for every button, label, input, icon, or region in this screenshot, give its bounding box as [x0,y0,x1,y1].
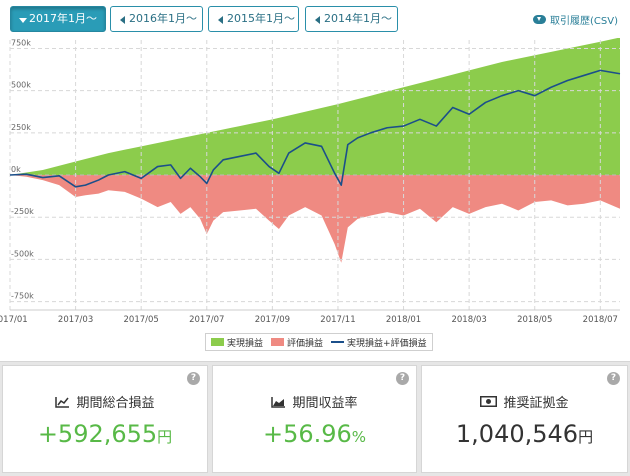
y-tick-label: -250k [11,207,34,216]
legend-item-total[interactable]: 実現損益+評価損益 [331,336,427,349]
y-tick-label: 500k [11,81,31,90]
legend-label: 評価損益 [287,338,324,349]
recommended-margin-card: ? 推奨証拠金 1,040,546円 [421,365,628,473]
card-value-number: +592,655 [37,420,158,448]
card-value-unit: 円 [578,428,594,446]
card-value: +56.96% [213,420,416,448]
x-tick-label: 2017/05 [124,315,159,325]
csv-link-label: 取引履歴(CSV) [550,16,618,27]
total-pnl-card: ? 期間総合損益 +592,655円 [2,365,208,473]
tab-2016[interactable]: 2016年1月～ [110,6,203,32]
y-tick-label: 250k [11,123,31,132]
tab-2017[interactable]: 2017年1月～ [10,6,106,32]
caret-left-icon [120,16,125,24]
tab-label: 2017年1月～ [29,12,97,25]
chart-panel: 2017年1月～ 2016年1月～ 2015年1月～ 2014年1月～ 取引履歴… [0,0,630,362]
line-chart-icon [55,396,70,408]
x-tick-label: 2017/01 [0,315,28,325]
card-value: +592,655円 [3,420,207,448]
tab-label: 2015年1月～ [227,12,295,25]
x-tick-label: 2017/11 [320,315,355,325]
legend-item-realized[interactable]: 実現損益 [211,336,263,349]
x-tick-label: 2017/03 [58,315,93,325]
cloud-download-icon [533,14,547,25]
card-value-unit: 円 [157,428,173,446]
legend-label: 実現損益 [227,338,264,349]
help-icon[interactable]: ? [396,372,409,385]
x-tick-label: 2017/07 [189,315,224,325]
card-title: 期間収益率 [213,392,416,411]
csv-download-link[interactable]: 取引履歴(CSV) [533,12,618,27]
legend-label: 実現損益+評価損益 [347,338,427,349]
y-tick-label: -750k [11,292,34,301]
tab-label: 2016年1月～ [129,12,197,25]
card-title-label: 期間総合損益 [76,396,155,411]
card-title-label: 推奨証拠金 [503,396,569,411]
card-title: 推奨証拠金 [422,392,627,411]
area-chart-icon [271,396,286,408]
help-icon[interactable]: ? [607,372,620,385]
series-area-1 [10,175,620,263]
card-title: 期間総合損益 [3,392,207,411]
y-tick-label: -500k [11,249,34,258]
pnl-chart: 750k 500k 250k 0k -250k -500k -750k 2017/01 2017… [0,38,621,325]
money-icon [480,396,498,407]
y-tick-label: 0k [11,165,21,174]
y-tick-label: 750k [11,38,31,47]
card-value-unit: % [351,428,367,446]
card-title-label: 期間収益率 [292,396,358,411]
legend-item-unrealized[interactable]: 評価損益 [271,336,323,349]
x-tick-label: 2018/07 [583,315,618,325]
x-tick-label: 2018/03 [451,315,486,325]
tab-2014[interactable]: 2014年1月～ [305,6,398,32]
return-rate-card: ? 期間収益率 +56.96% [212,365,417,473]
x-tick-label: 2018/05 [517,315,552,325]
legend-swatch [331,341,345,343]
caret-left-icon [315,16,320,24]
x-tick-label: 2018/01 [386,315,421,325]
card-value: 1,040,546円 [422,420,627,448]
x-tick-label: 2017/09 [255,315,290,325]
card-value-number: 1,040,546 [455,420,579,448]
caret-left-icon [218,16,223,24]
help-icon[interactable]: ? [187,372,200,385]
card-value-number: +56.96 [262,420,352,448]
legend-swatch [211,338,224,346]
tab-label: 2014年1月～ [324,12,392,25]
series-area-0 [10,38,620,175]
chart-legend: 実現損益 評価損益 実現損益+評価損益 [205,333,433,351]
tab-2015[interactable]: 2015年1月～ [208,6,299,32]
legend-swatch [271,338,285,346]
caret-down-icon [19,18,27,23]
